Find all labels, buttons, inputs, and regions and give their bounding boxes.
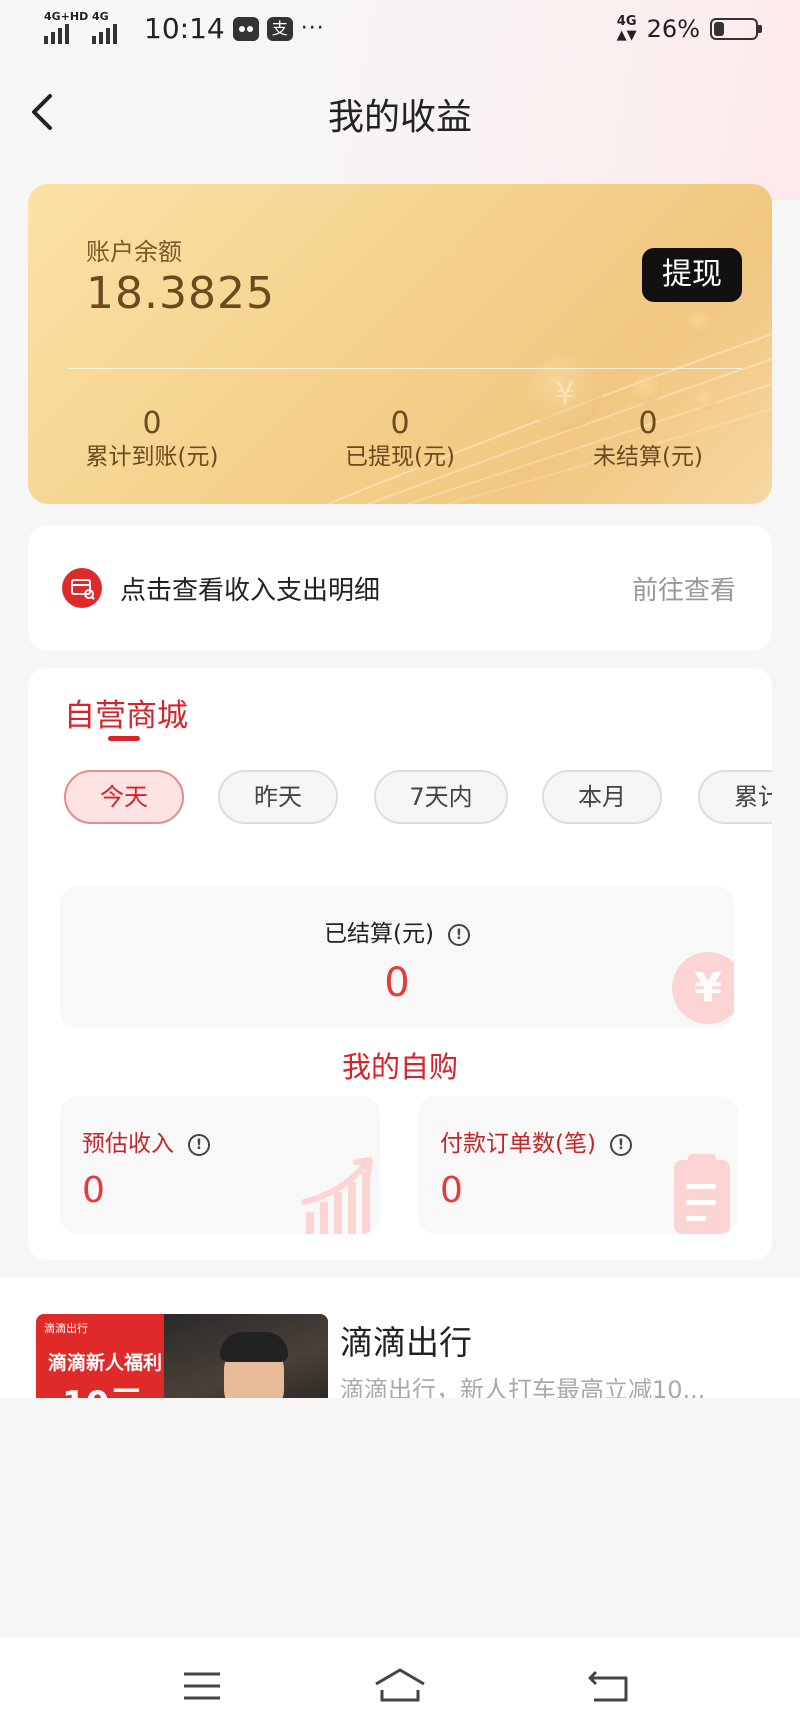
chip-this-month[interactable]: 本月	[542, 770, 662, 824]
income-detail-text: 点击查看收入支出明细	[120, 576, 381, 606]
menu-icon	[184, 1672, 220, 1700]
withdraw-button[interactable]: 提现	[642, 248, 742, 302]
signal-icon: 4G+HD	[44, 10, 88, 44]
status-time: 10:14	[144, 12, 225, 45]
chip-7days[interactable]: 7天内	[374, 770, 508, 824]
balance-label: 账户余额	[86, 238, 182, 266]
chip-cumulative[interactable]: 累计	[698, 770, 772, 824]
battery-icon	[710, 18, 762, 40]
income-detail-row[interactable]: 点击查看收入支出明细 前往查看	[28, 526, 772, 650]
info-icon[interactable]: !	[447, 923, 470, 946]
chip-today[interactable]: 今天	[64, 770, 184, 824]
settled-value: 0	[384, 960, 410, 1006]
ad-description: 滴滴出行，新人打车最高立减10...	[340, 1376, 706, 1398]
ad-promo-text: 滴滴新人福利	[48, 1352, 163, 1374]
growth-chart-icon	[301, 1157, 373, 1234]
balance-value: 18.3825	[86, 268, 275, 319]
home-icon	[375, 1668, 425, 1702]
section-title: 自营商城	[64, 698, 188, 734]
system-nav-bar	[0, 1638, 800, 1733]
ad-item-didi[interactable]: 滴滴出行 滴滴新人福利 10元 滴滴出行 滴滴出行，新人打车最高立减10...	[0, 1278, 800, 1398]
sim-4g-icon: 4G ▲▼	[616, 14, 637, 43]
estimated-income-box: 预估收入! 0	[60, 1096, 380, 1234]
stat-total-received: 0 累计到账(元)	[85, 406, 219, 470]
ad-title: 滴滴出行	[340, 1323, 472, 1362]
tab-indicator	[108, 736, 140, 741]
coin-icon	[632, 374, 662, 404]
ad-brand: 滴滴出行	[44, 1322, 88, 1335]
page-header: 我的收益	[0, 70, 800, 154]
alipay-icon: 支	[266, 16, 293, 41]
paid-orders-label: 付款订单数(笔)!	[440, 1124, 632, 1158]
signal-icon: 4G	[92, 10, 132, 44]
coin-icon	[688, 312, 712, 336]
home-button[interactable]	[370, 1664, 430, 1708]
bill-icon	[62, 568, 102, 608]
battery-percent: 26%	[646, 15, 700, 43]
paid-orders-value: 0	[440, 1170, 463, 1211]
ad-thumbnail: 滴滴出行 滴滴新人福利 10元	[36, 1314, 328, 1398]
balance-card: ¥ 账户余额 18.3825 提现 0 累计到账(元) 0 已提现(元) 0 未…	[28, 184, 772, 504]
ad-promo-amount: 10元	[62, 1376, 143, 1398]
settled-box: 已结算(元)! 0 ¥	[60, 886, 734, 1028]
divider	[68, 368, 742, 369]
estimated-income-label: 预估收入!	[82, 1124, 210, 1158]
notification-app-icon	[232, 16, 259, 41]
page-title: 我的收益	[327, 97, 472, 138]
self-purchase-title: 我的自购	[341, 1050, 458, 1084]
chip-yesterday[interactable]: 昨天	[218, 770, 338, 824]
info-icon[interactable]: !	[188, 1133, 210, 1156]
settled-label: 已结算(元)!	[60, 914, 734, 948]
stat-unsettled: 0 未结算(元)	[593, 406, 703, 470]
clipboard-icon	[674, 1154, 730, 1234]
status-bar: 4G+HD 4G 10:14 支 ··· 4G ▲▼ 26%	[0, 0, 800, 62]
back-nav-button[interactable]	[580, 1664, 640, 1708]
stat-withdrawn: 0 已提现(元)	[345, 406, 455, 470]
menu-button[interactable]	[172, 1664, 232, 1708]
ad-photo	[164, 1314, 328, 1398]
back-icon	[588, 1670, 628, 1702]
estimated-income-value: 0	[82, 1170, 105, 1211]
self-mall-card: 自营商城 今天 昨天 7天内 本月 累计 已结算(元)! 0 ¥ 我的自购 预估…	[28, 668, 772, 1260]
more-notifications-icon: ···	[300, 16, 325, 41]
paid-orders-box: 付款订单数(笔)! 0	[418, 1096, 738, 1234]
balance-stats: 0 累计到账(元) 0 已提现(元) 0 未结算(元)	[28, 406, 772, 472]
go-view-link[interactable]: 前往查看	[632, 570, 736, 607]
yen-icon: ¥	[672, 952, 734, 1024]
info-icon[interactable]: !	[609, 1133, 632, 1156]
date-filter-chips: 今天 昨天 7天内 本月 累计	[64, 770, 772, 830]
